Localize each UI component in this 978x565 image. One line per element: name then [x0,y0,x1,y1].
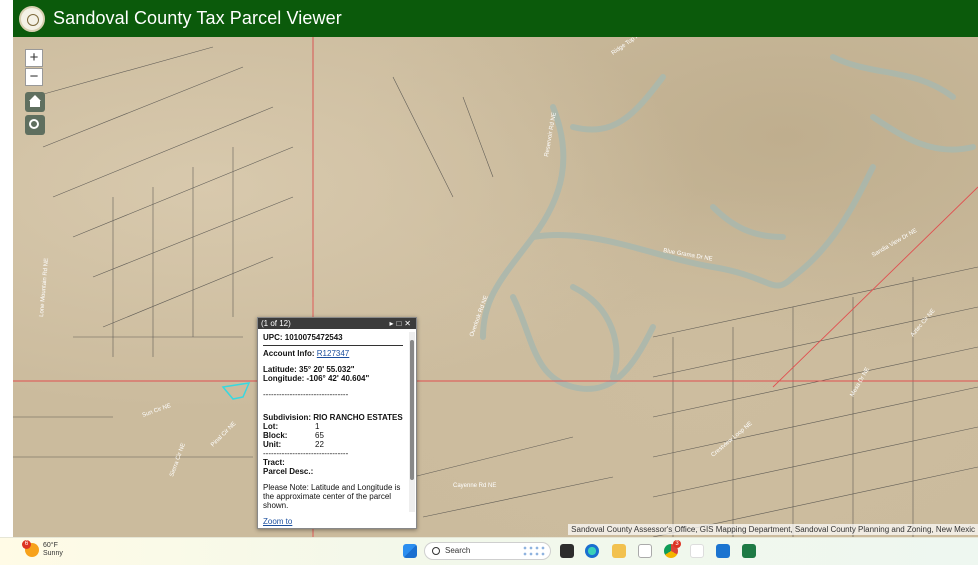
taskbar-search[interactable]: Search [424,542,551,560]
weather-badge: 6 [22,540,31,549]
search-placeholder: Search [445,546,471,555]
lot-label: Lot: [263,422,279,431]
chrome-icon[interactable]: 3 [664,540,681,558]
longitude-text: Longitude: -106° 42' 40.604" [263,374,370,383]
popup-content: UPC: 1010075472543 Account Info: R127347… [258,329,416,529]
popup-scrollbar[interactable] [409,332,415,512]
close-icon[interactable]: ✕ [404,319,414,328]
map-imagery[interactable]: Ridge Top RdReservoir Rd NEBlue Grama Dr… [13,37,978,537]
notepad-icon[interactable] [638,544,652,558]
unit-label: Unit: [263,440,282,449]
locate-button[interactable] [25,115,45,135]
temperature-text: 60°F [43,542,58,549]
app-title: Sandoval County Tax Parcel Viewer [53,8,342,28]
unit-value: 22 [315,440,324,449]
block-label: Block: [263,431,288,440]
account-link[interactable]: R127347 [317,349,349,358]
parcel-viewer-app: Sandoval County Tax Parcel Viewer Ridge … [13,0,978,537]
street-label: Reservoir Rd NE [544,112,558,157]
dashes-separator: -------------------------------- [263,390,349,399]
map-attribution: Sandoval County Assessor's Office, GIS M… [568,524,978,535]
excel-icon[interactable] [742,544,756,558]
weather-condition: Sunny [43,550,63,557]
upc-text: UPC: 1010075472543 [263,333,343,342]
search-highlight-icon [522,545,546,557]
selected-parcel[interactable] [221,382,251,400]
windows-start-icon[interactable] [403,544,417,558]
zoom-in-button[interactable]: + [25,49,43,67]
task-view-icon[interactable] [560,544,574,558]
street-label: Sandia View Dr NE [871,228,918,259]
search-icon [432,547,440,555]
street-label: Aztec Cir NE [910,308,937,338]
parcel-desc-label: Parcel Desc.: [263,467,314,476]
windows-taskbar: 6 60°F Sunny Search 3 [0,537,978,565]
parcel-popup: (1 of 12) ▸□✕ UPC: 1010075472543 Account… [257,317,417,529]
street-label: Pinal Cir NE [210,421,237,448]
county-seal-logo [19,5,45,32]
zoom-to-link[interactable]: Zoom to [263,517,292,526]
street-label: Sun Cir NE [142,403,172,419]
weather-widget[interactable]: 6 60°F Sunny [22,540,63,558]
dashes-separator-2: -------------------------------- [263,449,349,458]
tract-label: Tract: [263,458,285,467]
street-label: Sierra Cir NE [169,442,187,477]
map-view[interactable]: Ridge Top Rd Reservoir Rd NE Blue Grama Dr… [13,37,978,537]
street-label: Ridge Top Rd [611,37,644,57]
latitude-text: Latitude: 35° 20' 55.032" [263,365,355,374]
account-label: Account Info: [263,349,315,358]
sun-icon: 6 [22,540,39,557]
popup-titlebar: (1 of 12) ▸□✕ [258,318,416,329]
outlook-icon[interactable] [716,544,730,558]
popup-divider [263,345,403,346]
street-label: Cayenne Rd NE [453,483,496,489]
coordinates-note: Please Note: Latitude and Longitude is t… [263,483,401,510]
lot-value: 1 [315,422,320,431]
file-explorer-icon[interactable] [612,544,626,558]
zoom-out-button[interactable]: − [25,68,43,86]
block-value: 65 [315,431,324,440]
chrome-badge: 3 [673,540,681,548]
street-label: Crestview Loop NE [710,421,753,459]
edge-browser-icon[interactable] [585,544,599,558]
popup-counter: (1 of 12) [261,319,291,328]
app-header: Sandoval County Tax Parcel Viewer [13,0,978,37]
gmail-icon[interactable] [690,544,704,558]
subdivision-text: Subdivision: RIO RANCHO ESTATES [263,413,403,422]
street-label: Lone Mountain Rd NE [39,258,50,317]
home-button[interactable] [25,92,45,112]
